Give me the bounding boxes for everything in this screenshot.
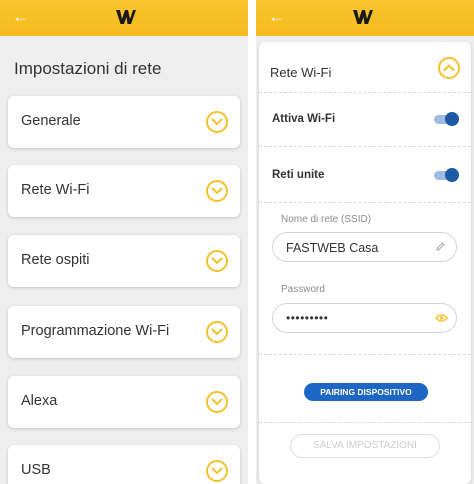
network-settings-panel: ← Impostazioni di rete Generale Rete Wi-… bbox=[0, 0, 248, 484]
chevron-up-icon[interactable] bbox=[438, 57, 460, 79]
ssid-field[interactable]: FASTWEB Casa bbox=[272, 232, 457, 262]
section-title: Rete Wi-Fi bbox=[270, 65, 332, 80]
pairing-device-button[interactable]: PAIRING DISPOSITIVO bbox=[304, 383, 428, 401]
merged-networks-toggle-label: Reti unite bbox=[272, 169, 325, 181]
divider bbox=[259, 422, 471, 423]
menu-item-alexa[interactable]: Alexa bbox=[8, 376, 240, 428]
menu-item-rete-wifi[interactable]: Rete Wi-Fi bbox=[8, 165, 240, 217]
chevron-down-icon[interactable] bbox=[206, 321, 228, 343]
fastweb-logo-icon bbox=[116, 10, 136, 24]
wifi-toggle[interactable] bbox=[434, 112, 459, 126]
password-value: ••••••••• bbox=[286, 311, 329, 325]
menu-item-label: Programmazione Wi-Fi bbox=[21, 323, 170, 339]
divider bbox=[259, 92, 471, 93]
chevron-down-icon[interactable] bbox=[206, 180, 228, 202]
fastweb-logo-icon bbox=[353, 10, 373, 24]
divider bbox=[259, 202, 471, 203]
password-field[interactable]: ••••••••• bbox=[272, 303, 457, 333]
ssid-value: FASTWEB Casa bbox=[286, 241, 379, 255]
password-label: Password bbox=[281, 284, 325, 295]
back-arrow-icon[interactable]: ← bbox=[268, 7, 285, 27]
ssid-label: Nome di rete (SSID) bbox=[281, 214, 372, 225]
divider bbox=[259, 354, 471, 355]
divider bbox=[259, 146, 471, 147]
toggle-knob bbox=[445, 112, 459, 126]
wifi-settings-card: Rete Wi-Fi Attiva Wi-Fi Reti unite Nome … bbox=[259, 42, 471, 484]
menu-item-rete-ospiti[interactable]: Rete ospiti bbox=[8, 235, 240, 287]
back-arrow-icon[interactable]: ← bbox=[12, 7, 29, 27]
app-header: ← bbox=[256, 0, 474, 36]
menu-item-label: Rete Wi-Fi bbox=[21, 182, 90, 198]
toggle-knob bbox=[445, 168, 459, 182]
menu-item-label: Alexa bbox=[21, 393, 58, 409]
chevron-down-icon[interactable] bbox=[206, 111, 228, 133]
menu-item-label: USB bbox=[21, 462, 51, 478]
chevron-down-icon[interactable] bbox=[206, 460, 228, 482]
app-header: ← bbox=[0, 0, 248, 36]
eye-icon[interactable] bbox=[435, 313, 448, 323]
chevron-down-icon[interactable] bbox=[206, 391, 228, 413]
menu-item-label: Rete ospiti bbox=[21, 252, 90, 268]
menu-item-programmazione-wifi[interactable]: Programmazione Wi-Fi bbox=[8, 306, 240, 358]
wifi-toggle-label: Attiva Wi-Fi bbox=[272, 113, 336, 125]
save-settings-button[interactable]: SALVA IMPOSTAZIONI bbox=[290, 434, 440, 458]
merged-networks-toggle[interactable] bbox=[434, 168, 459, 182]
wifi-settings-panel: ← Rete Wi-Fi Attiva Wi-Fi Reti unite Nom… bbox=[256, 0, 474, 484]
chevron-down-icon[interactable] bbox=[206, 250, 228, 272]
pencil-icon[interactable] bbox=[435, 241, 446, 252]
menu-item-usb[interactable]: USB bbox=[8, 445, 240, 484]
menu-item-generale[interactable]: Generale bbox=[8, 96, 240, 148]
page-title: Impostazioni di rete bbox=[14, 59, 162, 78]
menu-item-label: Generale bbox=[21, 113, 81, 129]
